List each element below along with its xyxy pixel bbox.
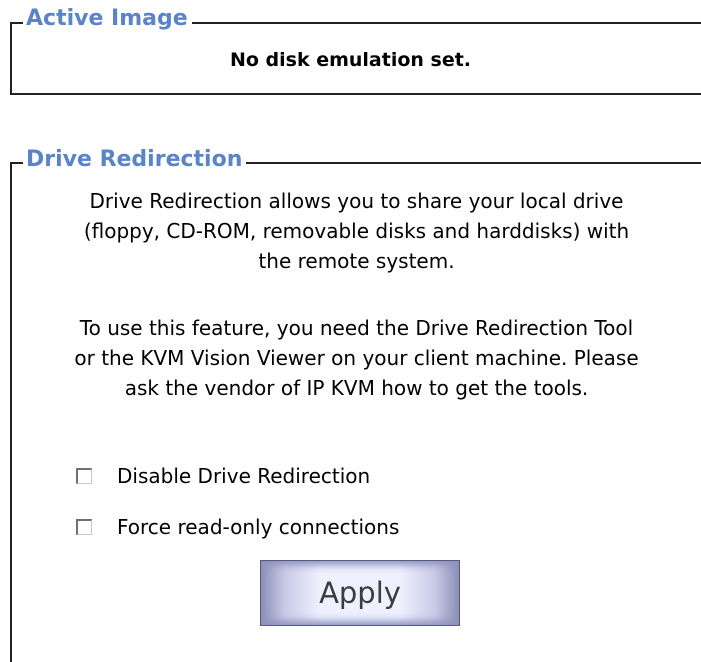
disable-drive-redirection-label[interactable]: Disable Drive Redirection [117,461,370,491]
drive-redirection-legend: Drive Redirection [23,145,247,175]
requirement-line: To use this feature, you need the Drive … [79,316,634,340]
disable-drive-redirection-option[interactable]: Disable Drive Redirection [76,461,370,491]
active-image-status: No disk emulation set. [229,49,472,71]
description-line: (floppy, CD-ROM, removable disks and har… [83,219,630,243]
active-image-legend: Active Image [23,4,192,34]
apply-button-label[interactable]: Apply [319,576,401,610]
force-read-only-option[interactable]: Force read-only connections [76,512,399,542]
drive-redirection-description: Drive Redirection allows you to share yo… [12,186,701,276]
description-line: Drive Redirection allows you to share yo… [89,189,624,213]
force-read-only-checkbox[interactable] [76,519,92,535]
description-line: the remote system. [258,249,455,273]
requirement-line: or the KVM Vision Viewer on your client … [74,346,639,370]
disable-drive-redirection-checkbox[interactable] [76,468,92,484]
force-read-only-label[interactable]: Force read-only connections [117,512,399,542]
requirement-line: ask the vendor of IP KVM how to get the … [124,376,589,400]
drive-redirection-requirement: To use this feature, you need the Drive … [12,313,701,403]
apply-button[interactable]: Apply [260,560,460,626]
